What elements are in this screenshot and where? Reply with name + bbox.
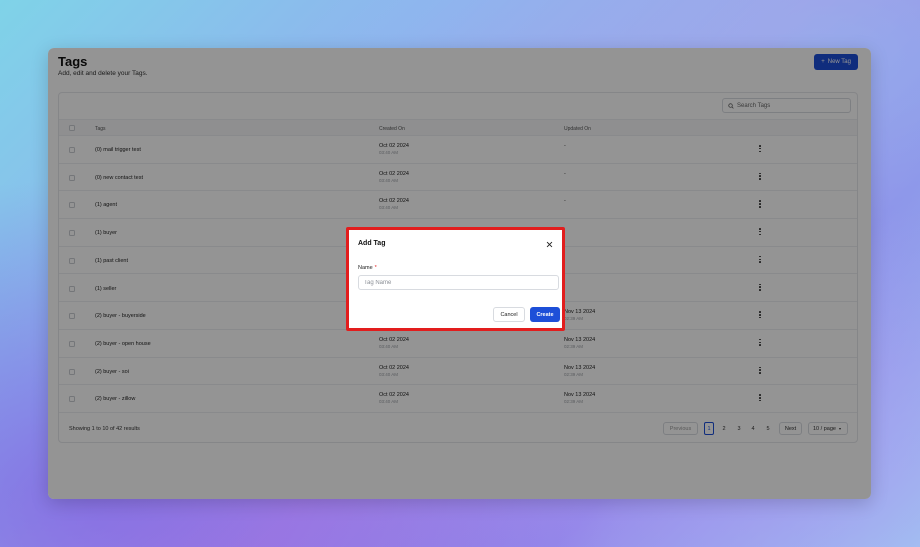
dialog-title: Add Tag	[358, 240, 386, 247]
close-icon[interactable]	[546, 241, 553, 248]
name-field-label: Name *	[358, 265, 377, 271]
name-label-text: Name	[358, 265, 373, 271]
required-marker: *	[374, 265, 377, 271]
add-tag-dialog: Add Tag Name* Cancel Create	[346, 227, 565, 331]
tag-name-input[interactable]	[358, 275, 559, 290]
app-window: Tags Add, edit and delete your Tags. + N…	[48, 48, 871, 499]
cancel-button[interactable]: Cancel	[493, 307, 525, 322]
create-button[interactable]: Create	[530, 307, 560, 322]
